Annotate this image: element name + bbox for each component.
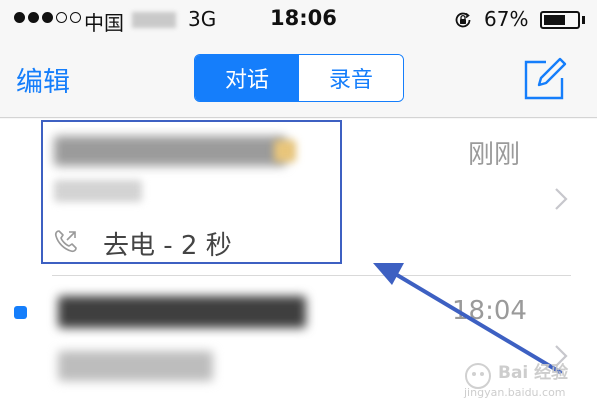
screen: 中国 3G 18:06 67% 编辑 对话 录音 去电 - 2 秒 刚刚 18:…: [0, 0, 597, 410]
unread-indicator: [14, 306, 27, 319]
annotation-highlight-box: [41, 120, 342, 264]
status-time: 18:06: [270, 6, 337, 30]
signal-dot: [14, 12, 25, 23]
battery-fill: [544, 15, 566, 25]
segment-recordings[interactable]: 录音: [299, 55, 403, 101]
chevron-right-icon: [555, 188, 568, 210]
conversation-time: 刚刚: [468, 140, 521, 170]
battery-percent: 67%: [484, 7, 529, 31]
status-bar: 中国 3G 18:06 67%: [0, 0, 597, 40]
signal-dot: [42, 12, 53, 23]
message-preview-redacted: [58, 351, 213, 381]
battery-icon: [540, 11, 580, 29]
segmented-control: 对话 录音: [194, 54, 404, 102]
navigation-bar: 编辑 对话 录音: [0, 40, 597, 118]
signal-dot: [70, 12, 81, 23]
battery-tip: [582, 16, 585, 24]
rotation-lock-icon: [455, 12, 471, 28]
signal-dot: [56, 12, 67, 23]
signal-dot: [28, 12, 39, 23]
conversation-time: 18:04: [452, 296, 527, 326]
carrier-name: 中国: [84, 11, 124, 35]
network-type: 3G: [188, 7, 217, 31]
compose-icon[interactable]: [522, 56, 568, 102]
signal-strength-icon: [14, 12, 81, 23]
watermark-text: Bai 经验: [498, 363, 569, 383]
edit-button[interactable]: 编辑: [16, 60, 70, 99]
carrier-redacted: [132, 12, 176, 28]
segment-conversations[interactable]: 对话: [195, 55, 299, 101]
watermark-url: jingyan.baidu.com: [464, 386, 566, 399]
contact-name-redacted: [58, 296, 306, 328]
